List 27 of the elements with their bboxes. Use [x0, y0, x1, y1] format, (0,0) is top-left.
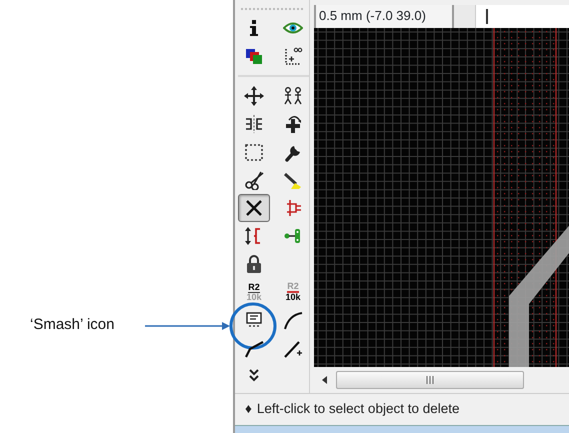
mark-icon [283, 46, 303, 66]
callout-label: ‘Smash’ icon [30, 315, 114, 335]
toolbar-segment [454, 5, 476, 28]
name-button[interactable]: R2 10k [238, 278, 270, 306]
close-icon [244, 198, 264, 218]
mirror-icon [244, 114, 264, 134]
move-icon [244, 86, 264, 106]
dashed-rectangle-icon [244, 142, 264, 162]
command-field[interactable] [476, 5, 569, 28]
delete-button[interactable] [238, 194, 270, 222]
figures-icon [283, 86, 303, 106]
board-canvas[interactable] [314, 28, 569, 367]
rotate-icon [283, 114, 303, 134]
pen-icon [283, 170, 303, 190]
pin-swap-icon [283, 226, 303, 246]
value-button[interactable]: R2 10k [277, 278, 309, 306]
scroll-left-icon[interactable] [320, 374, 330, 384]
scrollbar-thumb[interactable] [336, 370, 524, 388]
bent-line-icon [244, 338, 264, 358]
scissors-icon [244, 170, 264, 190]
callout-circle [230, 302, 276, 350]
layers-icon [244, 46, 264, 66]
lock-icon [244, 254, 264, 274]
status-message: Left-click to select object to delete [256, 400, 460, 418]
arc-icon [283, 310, 303, 330]
status-bullet: ♦ [245, 400, 252, 418]
coordinate-display: 0.5 mm (-7.0 39.0) [314, 5, 454, 28]
